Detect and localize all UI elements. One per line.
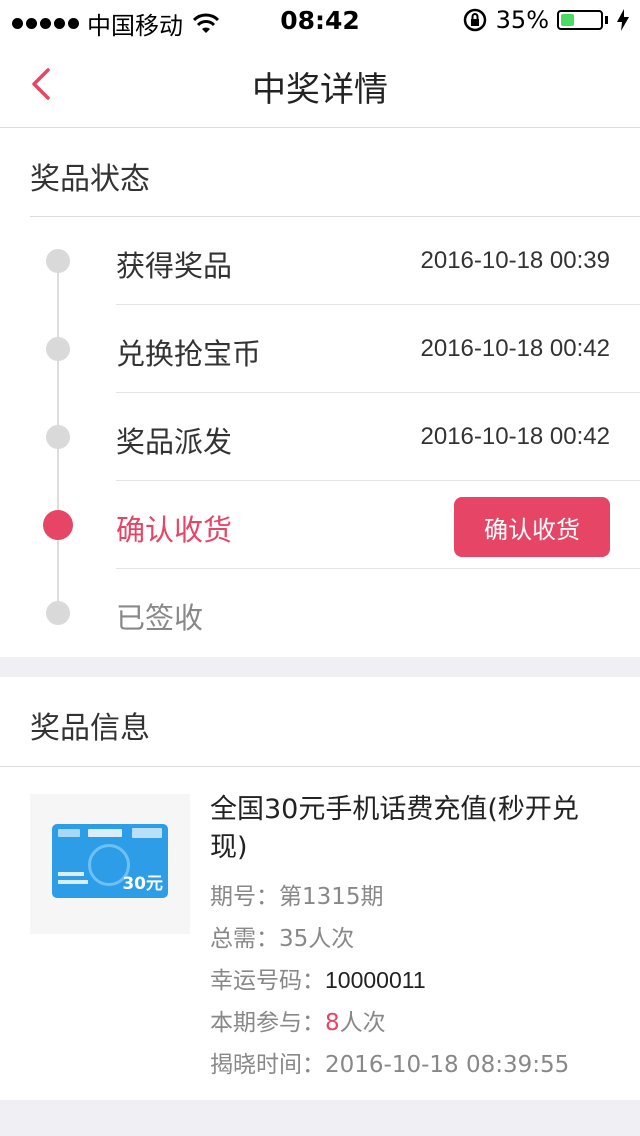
info-value: 第1315期 [279,884,384,910]
info-label: 期号： [210,884,279,910]
card-value: 30元 [122,874,163,894]
prize-name[interactable]: 全国30元手机话费充值(秒开兑现) [210,791,610,867]
rotation-lock-icon [463,8,486,32]
timeline-step: 获得奖品 2016-10-18 00:39 [0,217,640,305]
battery-icon [557,10,603,30]
carrier-logo [88,829,122,837]
info-value: 2016-10-18 08:39:55 [325,1052,570,1078]
timeline-step: 兑换抢宝币 2016-10-18 00:42 [0,305,640,393]
step-label: 确认收货 [116,513,233,547]
info-label: 揭晓时间： [210,1052,325,1078]
battery-fill [561,14,575,26]
confirm-receipt-button[interactable]: 确认收货 [454,497,610,557]
info-label: 本期参与： [210,1010,325,1036]
info-label: 总需： [210,926,279,952]
info-row-reveal-time: 揭晓时间：2016-10-18 08:39:55 [210,1045,569,1079]
info-value: 10000011 [325,967,426,993]
carrier-logo [132,828,162,838]
timeline-step: 已签收 [0,569,640,657]
charging-bolt-icon [617,9,629,31]
status-right: 35% [462,6,630,34]
timeline-dot-active [43,510,73,540]
prize-image[interactable]: 30元 [30,794,190,934]
section-title-status: 奖品状态 [30,162,150,197]
section-title-info: 奖品信息 [30,711,150,746]
step-label: 获得奖品 [116,249,233,283]
timeline-dot [46,601,70,625]
timeline-step-current: 确认收货 确认收货 [0,481,640,569]
step-time: 2016-10-18 00:39 [420,247,611,274]
timeline-dot [46,425,70,449]
info-value: 35人次 [279,926,355,952]
timeline-dot [46,249,70,273]
step-time: 2016-10-18 00:42 [420,423,611,450]
battery-percent: 35% [495,6,549,34]
prize-status-section: 奖品状态 获得奖品 2016-10-18 00:39 兑换抢宝币 2016-10… [0,128,640,657]
info-value-suffix: 人次 [339,1010,386,1036]
info-value-highlight: 8 [325,1010,340,1036]
timeline-step: 奖品派发 2016-10-18 00:42 [0,393,640,481]
carrier-logo [58,829,80,837]
page-title: 中奖详情 [252,70,388,110]
status-bar: 中国移动 08:42 35% [0,0,640,40]
prize-info-section: 奖品信息 30元 全国30元手机话费充值(秒开兑现) 期号：第1315期 总需：… [0,677,640,1100]
info-row-total: 总需：35人次 [210,919,354,953]
card-caption [58,880,88,884]
step-label: 兑换抢宝币 [116,337,262,371]
recharge-card-image: 30元 [52,824,168,898]
info-row-period: 期号：第1315期 [210,877,384,911]
step-label: 已签收 [116,601,204,635]
navigation-bar: 中奖详情 [0,40,640,128]
info-row-participation: 本期参与：8人次 [210,1003,386,1037]
step-label: 奖品派发 [116,425,233,459]
step-time: 2016-10-18 00:42 [420,335,611,362]
battery-tip [605,16,608,24]
card-caption [58,872,84,876]
info-label: 幸运号码： [210,968,325,994]
info-row-lucky-number: 幸运号码：10000011 [210,961,426,995]
timeline-dot [46,337,70,361]
divider [0,766,640,767]
